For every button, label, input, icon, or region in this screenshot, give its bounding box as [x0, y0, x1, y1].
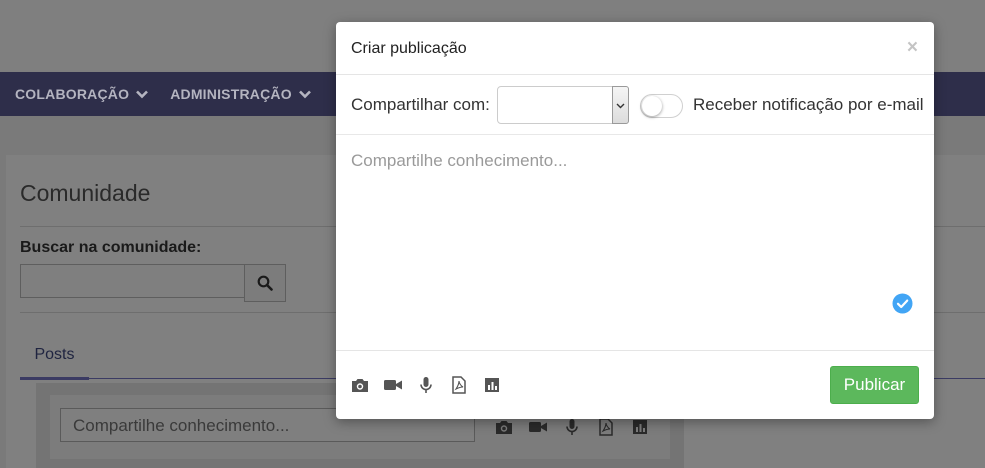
add-photo-button[interactable] — [350, 376, 370, 394]
search-icon — [257, 275, 273, 291]
add-audio-button[interactable] — [416, 376, 436, 394]
chevron-down-icon — [298, 90, 311, 99]
chart-icon[interactable] — [630, 418, 650, 436]
video-icon[interactable] — [528, 418, 548, 436]
publish-button[interactable]: Publicar — [830, 366, 919, 404]
search-input[interactable] — [20, 264, 245, 298]
nav-item-colaboracao[interactable]: COLABORAÇÃO — [15, 86, 149, 102]
nav-item-administracao[interactable]: ADMINISTRAÇÃO — [170, 86, 312, 102]
modal-body — [336, 135, 934, 351]
add-video-button[interactable] — [383, 376, 403, 394]
page-title: Comunidade — [20, 180, 151, 206]
microphone-icon[interactable] — [562, 418, 582, 436]
share-label: Compartilhar com: — [351, 95, 490, 114]
email-notification-toggle[interactable] — [640, 94, 683, 118]
tab-posts[interactable]: Posts — [20, 340, 89, 380]
post-textarea[interactable] — [336, 135, 932, 349]
chevron-down-icon — [136, 90, 149, 99]
chevron-down-icon — [616, 103, 625, 108]
microphone-icon — [420, 377, 432, 393]
modal-footer: Publicar — [336, 351, 934, 417]
select-arrow[interactable] — [612, 86, 629, 124]
modal-header: Criar publicação × — [336, 22, 934, 75]
search-button[interactable] — [244, 264, 286, 302]
close-button[interactable]: × — [907, 38, 918, 57]
nav-item-label: ADMINISTRAÇÃO — [170, 86, 292, 102]
email-notification-label: Receber notificação por e-mail — [693, 95, 924, 114]
check-circle-icon — [892, 293, 913, 314]
video-icon — [384, 380, 402, 390]
pdf-icon — [452, 376, 466, 394]
search-label: Buscar na comunidade: — [20, 239, 202, 256]
create-post-modal: Criar publicação × Compartilhar com: Rec… — [336, 22, 934, 419]
chart-icon — [485, 378, 499, 392]
add-poll-button[interactable] — [482, 376, 502, 394]
share-select[interactable] — [497, 86, 629, 124]
camera-icon — [352, 379, 368, 392]
nav-item-label: COLABORAÇÃO — [15, 86, 130, 102]
share-row: Compartilhar com: Receber notificação po… — [336, 75, 934, 135]
attachment-toolbar — [350, 376, 515, 394]
modal-title: Criar publicação — [351, 40, 467, 57]
camera-icon[interactable] — [494, 418, 514, 436]
composer-toolbar — [494, 418, 650, 436]
pdf-icon[interactable] — [596, 418, 616, 436]
toggle-knob — [642, 96, 662, 116]
add-pdf-button[interactable] — [449, 376, 469, 394]
